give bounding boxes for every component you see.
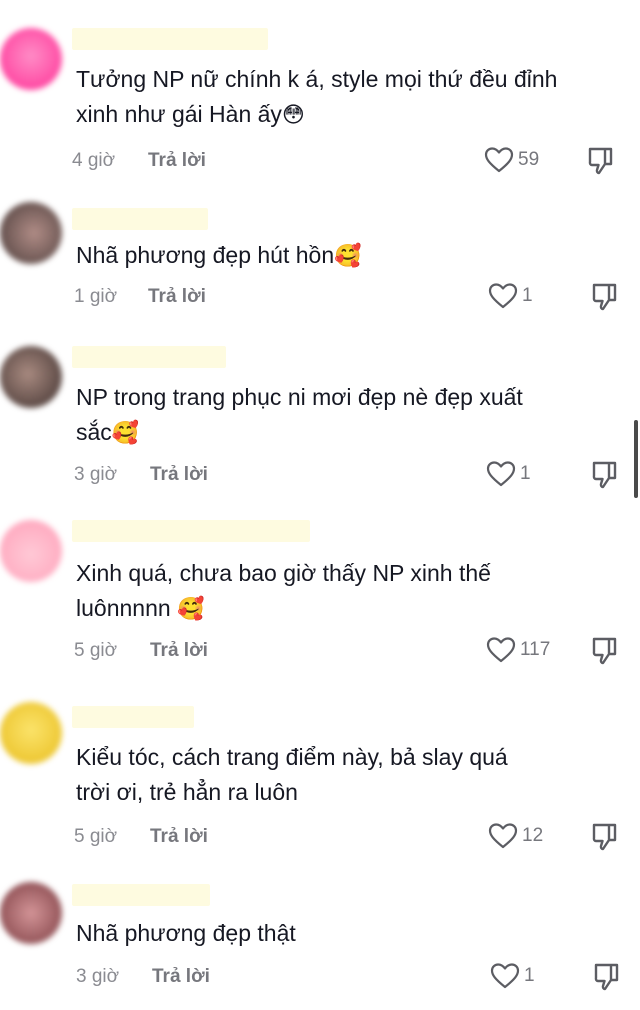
reply-button[interactable]: Trả lời <box>150 826 208 848</box>
username-redacted[interactable] <box>72 884 210 906</box>
thumbs-down-icon <box>592 823 617 851</box>
username-redacted[interactable] <box>72 28 268 50</box>
heart-icon <box>488 823 518 849</box>
heart-icon <box>486 461 516 487</box>
comment-text-line: NP trong trang phục ni mơi đẹp nè đẹp xu… <box>76 384 523 410</box>
username-redacted[interactable] <box>72 520 310 542</box>
thumbs-down-icon <box>594 963 619 991</box>
dislike-button[interactable] <box>586 146 614 176</box>
comment-text-line: Nhã phương đẹp hút hồn <box>76 242 335 268</box>
dislike-button[interactable] <box>590 282 618 312</box>
avatar[interactable] <box>0 520 62 582</box>
like-count: 12 <box>522 825 544 846</box>
heart-icon <box>486 637 516 663</box>
emoji-smiling-hearts: 🥰 <box>111 421 140 446</box>
dislike-button[interactable] <box>592 962 620 992</box>
username-redacted[interactable] <box>72 706 194 728</box>
heart-icon <box>484 147 514 173</box>
comment-text-line: luônnnnn <box>76 595 171 621</box>
thumbs-down-icon <box>592 637 617 665</box>
comment-time: 5 giờ <box>74 640 118 661</box>
thumbs-down-icon <box>592 461 617 489</box>
comment-text-line: Tưởng NP nữ chính k á, style mọi thứ đều… <box>76 66 558 92</box>
comment-text-line: xinh như gái Hàn ấy <box>76 101 282 127</box>
reply-button[interactable]: Trả lời <box>150 640 208 662</box>
comment-time: 1 giờ <box>74 286 118 307</box>
username-redacted[interactable] <box>72 346 226 368</box>
reply-button[interactable]: Trả lời <box>148 286 206 308</box>
thumbs-down-icon <box>588 147 613 175</box>
comment-text-line: sắc <box>76 419 112 445</box>
comment-text: Tưởng NP nữ chính k á, style mọi thứ đều… <box>76 62 616 133</box>
emoji-flushed: 😳 <box>281 103 305 128</box>
like-count: 1 <box>522 285 533 306</box>
comment-time: 4 giờ <box>72 150 116 171</box>
like-button[interactable]: 1 <box>490 962 535 990</box>
like-button[interactable]: 59 <box>484 146 539 174</box>
comment-text: Nhã phương đẹp thật <box>76 916 616 951</box>
avatar[interactable] <box>0 702 62 764</box>
reply-button[interactable]: Trả lời <box>150 464 208 486</box>
comment-text-line: Kiểu tóc, cách trang điểm này, bả slay q… <box>76 744 508 770</box>
dislike-button[interactable] <box>590 636 618 666</box>
emoji-smiling-hearts: 🥰 <box>177 597 205 622</box>
like-count: 117 <box>520 639 551 660</box>
like-button[interactable]: 1 <box>488 282 533 310</box>
comment-text-line: trời ơi, trẻ hẳn ra luôn <box>76 779 298 805</box>
avatar[interactable] <box>0 882 62 944</box>
dislike-button[interactable] <box>590 822 618 852</box>
comment-time: 5 giờ <box>74 826 118 847</box>
like-count: 1 <box>520 463 531 484</box>
comment-time: 3 giờ <box>76 966 120 987</box>
like-button[interactable]: 117 <box>486 636 550 664</box>
heart-icon <box>488 283 518 309</box>
comment-time: 3 giờ <box>74 464 118 485</box>
like-button[interactable]: 1 <box>486 460 531 488</box>
thumbs-down-icon <box>592 283 617 311</box>
comment-text-line: Xinh quá, chưa bao giờ thấy NP xinh thế <box>76 560 491 586</box>
reply-button[interactable]: Trả lời <box>152 966 210 988</box>
dislike-button[interactable] <box>590 460 618 490</box>
comment-text-line: Nhã phương đẹp thật <box>76 920 296 946</box>
avatar[interactable] <box>0 202 62 264</box>
like-count: 59 <box>518 149 540 170</box>
emoji-smiling-hearts: 🥰 <box>334 244 362 269</box>
like-count: 1 <box>524 965 535 986</box>
username-redacted[interactable] <box>72 208 208 230</box>
avatar[interactable] <box>0 28 62 90</box>
reply-button[interactable]: Trả lời <box>148 150 206 172</box>
comment-text: NP trong trang phục ni mơi đẹp nè đẹp xu… <box>76 380 616 451</box>
like-button[interactable]: 12 <box>488 822 543 850</box>
heart-icon <box>490 963 520 989</box>
comment-text: Kiểu tóc, cách trang điểm này, bả slay q… <box>76 740 616 810</box>
scrollbar[interactable] <box>634 420 638 498</box>
comment-text: Nhã phương đẹp hút hồn🥰 <box>76 238 616 274</box>
avatar[interactable] <box>0 346 62 408</box>
comment-text: Xinh quá, chưa bao giờ thấy NP xinh thế … <box>76 556 616 627</box>
